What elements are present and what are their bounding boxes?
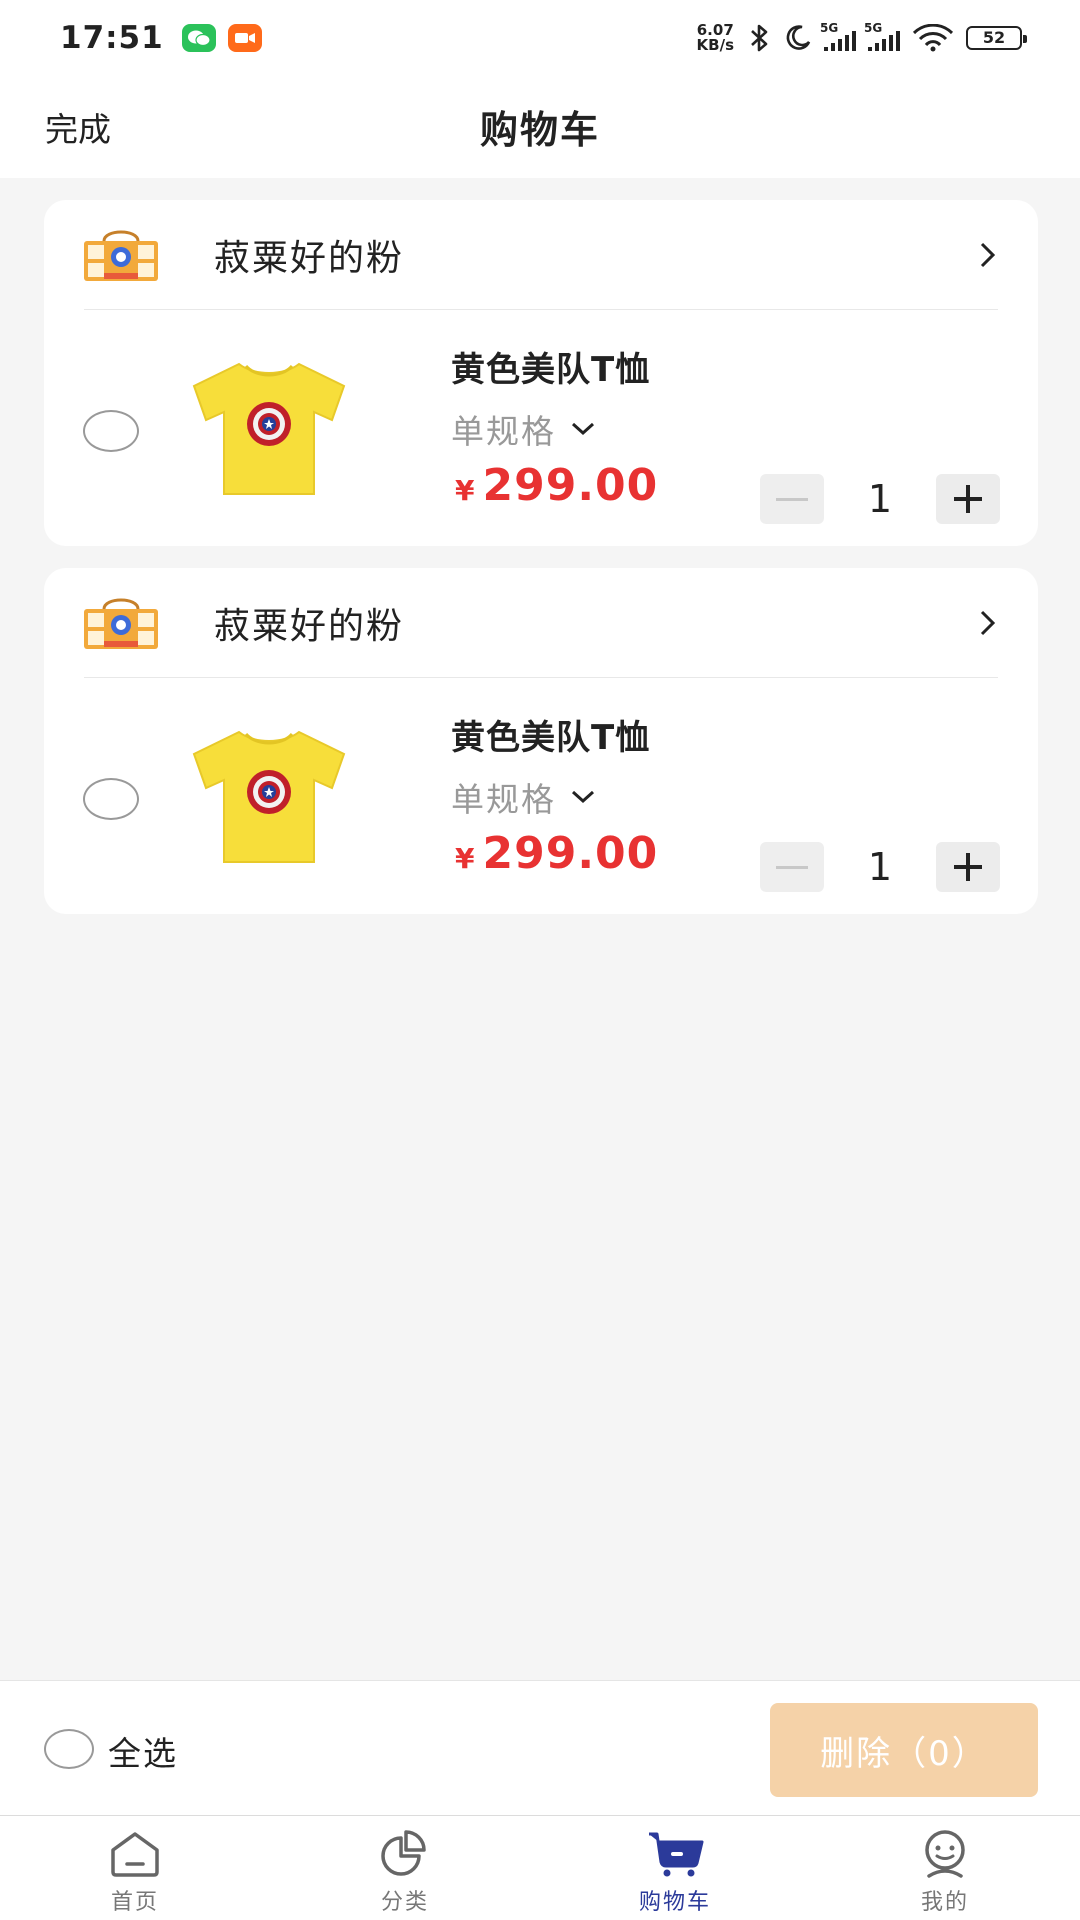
minus-icon xyxy=(776,497,808,501)
signal-icon: 5G xyxy=(820,21,856,51)
done-button[interactable]: 完成 xyxy=(45,103,111,151)
product-image xyxy=(192,730,346,863)
tab-home[interactable]: 首页 xyxy=(0,1816,270,1920)
network-speed: 6.07 KB/s xyxy=(696,22,734,54)
tab-cart[interactable]: 购物车 xyxy=(540,1816,810,1920)
price-value: 299.00 xyxy=(482,460,659,511)
quantity-value[interactable]: 1 xyxy=(824,477,936,521)
select-all-checkbox[interactable] xyxy=(44,1729,94,1769)
cart-list: 菽粟好的粉 黄色美队T恤 单规格 ¥ 299.00 1 菽粟好的粉 黄色美队T恤… xyxy=(44,200,1038,936)
currency-symbol: ¥ xyxy=(455,842,475,875)
moon-icon xyxy=(786,24,811,50)
cart-item: 黄色美队T恤 单规格 ¥ 299.00 1 xyxy=(44,310,1038,546)
store-card: 菽粟好的粉 黄色美队T恤 单规格 ¥ 299.00 1 xyxy=(44,200,1038,546)
quantity-stepper: 1 xyxy=(760,842,1000,892)
tab-bar: 首页 分类 购物车 我的 xyxy=(0,1815,1080,1920)
spec-selector[interactable]: 单规格 xyxy=(451,405,596,453)
wechat-icon xyxy=(181,23,216,52)
store-logo-icon xyxy=(84,230,158,281)
store-card: 菽粟好的粉 黄色美队T恤 单规格 ¥ 299.00 1 xyxy=(44,568,1038,914)
chevron-right-icon xyxy=(980,610,996,635)
quantity-stepper: 1 xyxy=(760,474,1000,524)
profile-icon xyxy=(925,1830,965,1878)
status-bar: 17:51 6.07 KB/s 5G 5G 52 xyxy=(0,0,1080,75)
battery-level: 52 xyxy=(982,28,1006,47)
signal-2-label: 5G xyxy=(864,20,883,35)
tab-profile[interactable]: 我的 xyxy=(810,1816,1080,1920)
nav-header: 完成 购物车 xyxy=(0,75,1080,178)
item-checkbox[interactable] xyxy=(83,410,139,452)
page-title: 购物车 xyxy=(479,108,600,152)
minus-icon xyxy=(776,865,808,869)
tab-label: 分类 xyxy=(380,1890,429,1915)
select-all-label[interactable]: 全选 xyxy=(108,1727,178,1775)
status-time: 17:51 xyxy=(60,19,164,56)
product-title[interactable]: 黄色美队T恤 xyxy=(451,342,650,391)
price-value: 299.00 xyxy=(482,828,659,879)
increase-button[interactable] xyxy=(936,842,1000,892)
store-logo-icon xyxy=(84,598,158,649)
plus-icon xyxy=(954,485,982,513)
spec-selector[interactable]: 单规格 xyxy=(451,773,596,821)
cart-item: 黄色美队T恤 单规格 ¥ 299.00 1 xyxy=(44,678,1038,914)
quantity-value[interactable]: 1 xyxy=(824,845,936,889)
video-icon xyxy=(227,23,262,52)
tab-category[interactable]: 分类 xyxy=(270,1816,540,1920)
home-icon xyxy=(111,1832,159,1877)
product-price: ¥ 299.00 xyxy=(455,828,658,879)
increase-button[interactable] xyxy=(936,474,1000,524)
chevron-down-icon xyxy=(571,790,595,804)
wifi-icon xyxy=(912,23,954,51)
action-bar: 全选 删除（0） xyxy=(0,1680,1080,1815)
chevron-right-icon xyxy=(980,242,996,267)
currency-symbol: ¥ xyxy=(455,474,475,507)
store-header[interactable]: 菽粟好的粉 xyxy=(84,568,998,678)
product-price: ¥ 299.00 xyxy=(455,460,658,511)
signal-1-label: 5G xyxy=(820,20,839,35)
bluetooth-icon xyxy=(751,24,768,51)
net-speed-unit: KB/s xyxy=(696,35,734,54)
product-title[interactable]: 黄色美队T恤 xyxy=(451,710,650,759)
store-name: 菽粟好的粉 xyxy=(214,605,405,647)
decrease-button[interactable] xyxy=(760,474,824,524)
item-checkbox[interactable] xyxy=(83,778,139,820)
cart-icon xyxy=(649,1832,704,1877)
product-image xyxy=(192,362,346,495)
battery-icon: 52 xyxy=(966,25,1027,50)
spec-label: 单规格 xyxy=(451,780,556,819)
delete-button[interactable]: 删除（0） xyxy=(770,1703,1038,1797)
store-name: 菽粟好的粉 xyxy=(214,237,405,279)
signal-icon-2: 5G xyxy=(864,21,900,51)
tab-label: 我的 xyxy=(920,1890,969,1915)
chevron-down-icon xyxy=(571,422,595,436)
tab-label: 购物车 xyxy=(638,1890,711,1915)
spec-label: 单规格 xyxy=(451,412,556,451)
plus-icon xyxy=(954,853,982,881)
decrease-button[interactable] xyxy=(760,842,824,892)
store-header[interactable]: 菽粟好的粉 xyxy=(84,200,998,310)
category-icon xyxy=(381,1830,426,1876)
tab-label: 首页 xyxy=(110,1890,159,1915)
